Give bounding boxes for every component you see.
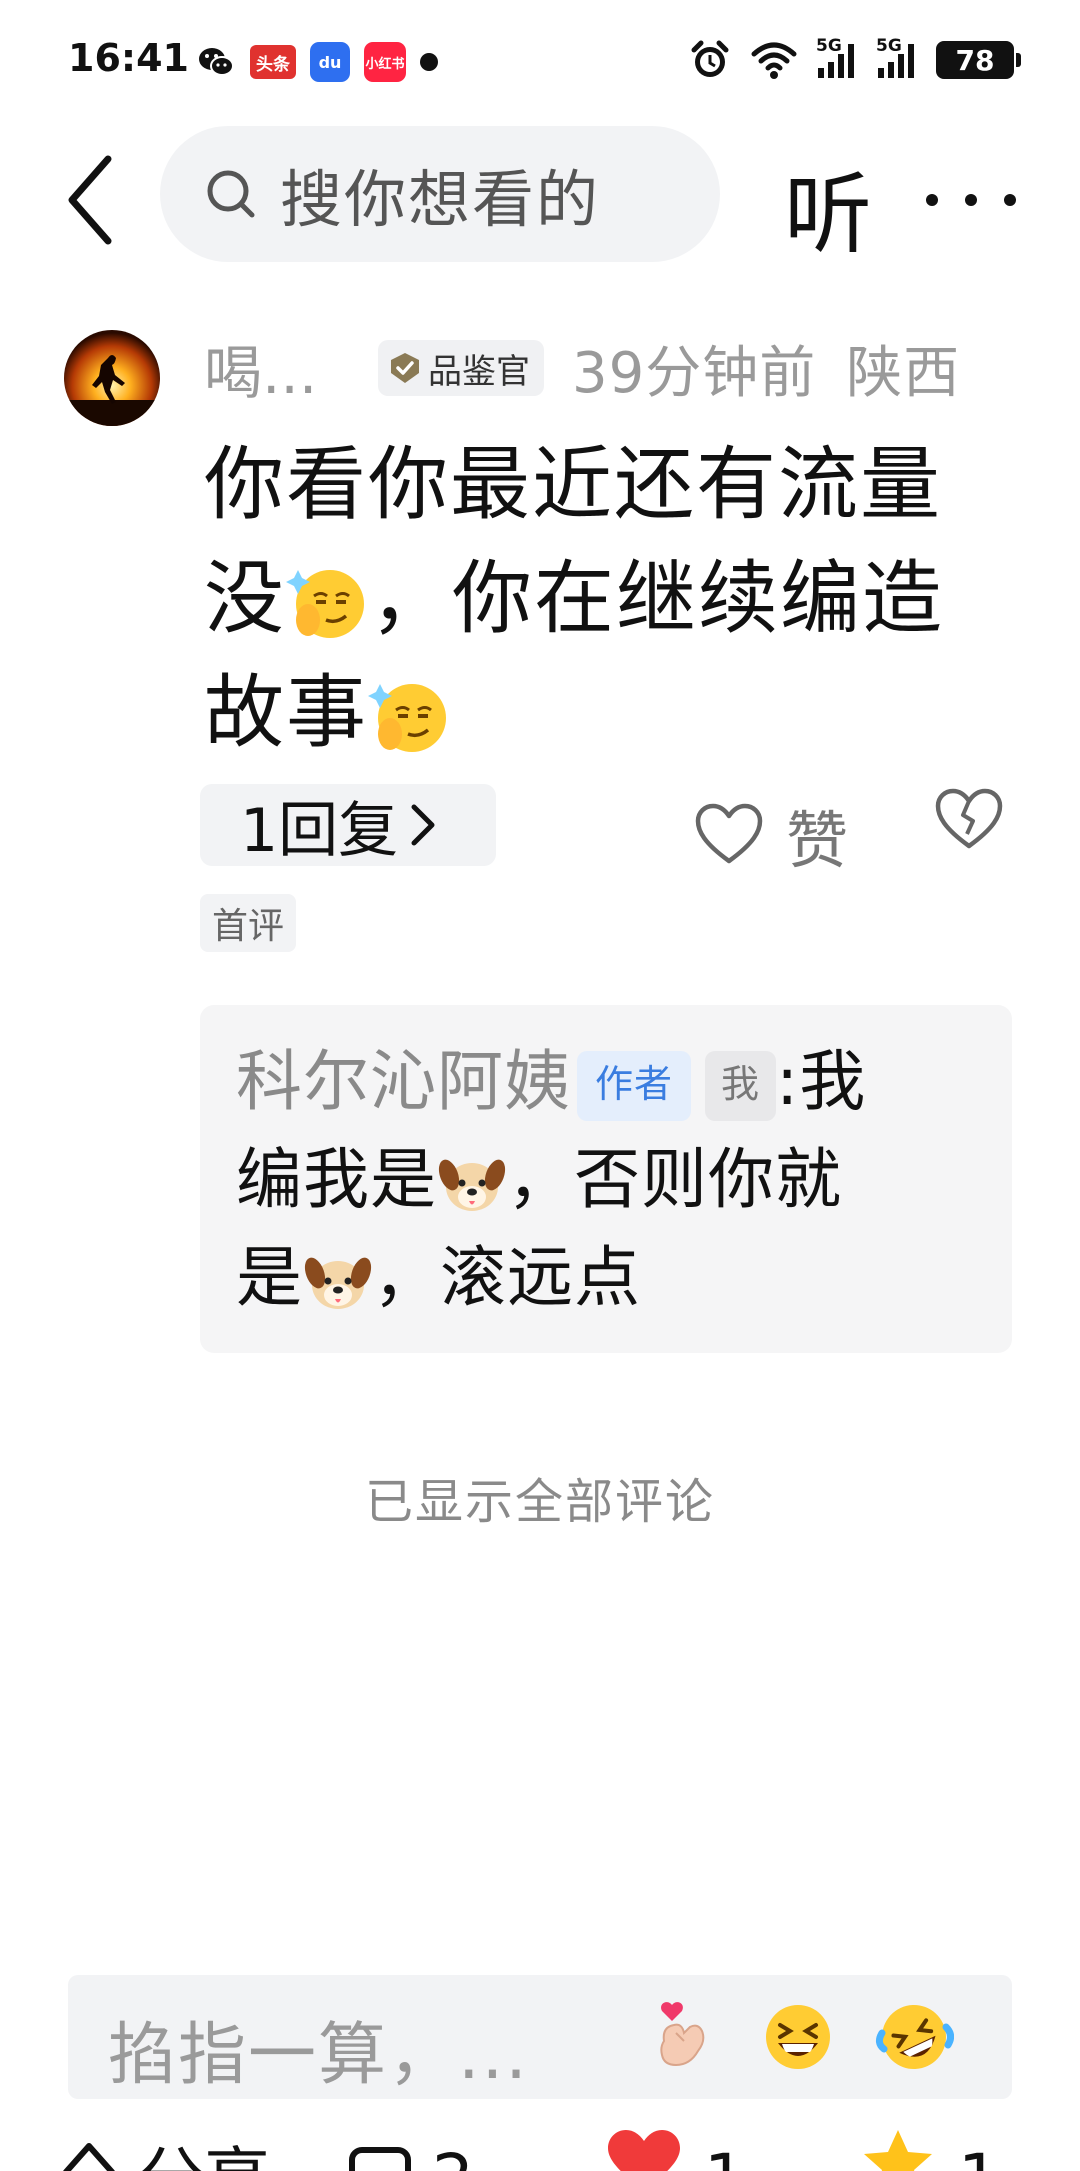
- view-replies-button[interactable]: 1回复: [200, 784, 496, 866]
- reply-text: 科尔沁阿姨 作者我:我 编我是 ，否则你就 是，滚远点: [236, 1033, 976, 1327]
- status-app-icons: 头条 du 小红书: [196, 42, 438, 82]
- comment-count-button[interactable]: 2: [348, 2120, 474, 2171]
- toutiao-app-icon: 头条: [250, 45, 296, 79]
- wifi-icon: [751, 42, 797, 79]
- reply-text-e: ，滚远点: [373, 1239, 641, 1316]
- comment-actions: 1回复 赞: [200, 784, 1020, 877]
- reply-text-c: ，否则你就: [507, 1141, 842, 1218]
- rolling-laughing-icon: [875, 2005, 955, 2069]
- finger-heart-emoji-button[interactable]: [642, 1997, 722, 2077]
- share-label: 分享: [138, 2146, 270, 2171]
- comment-body: 你看你最近还有流量 没 ，你在继续编造 故事: [204, 428, 1024, 770]
- notification-dot-icon: [420, 53, 438, 71]
- comment-input[interactable]: 掐指一算，...: [68, 1975, 1012, 2099]
- smirk-thinking-emoji: [368, 684, 446, 753]
- grinning-emoji-button[interactable]: [758, 1997, 838, 2077]
- comment-time: 39分钟前: [572, 340, 817, 406]
- verified-shield-icon: [391, 353, 419, 383]
- search-input[interactable]: 搜你想看的: [160, 126, 720, 262]
- reply-preview[interactable]: 科尔沁阿姨 作者我:我 编我是 ，否则你就 是，滚远点: [200, 1005, 1012, 1353]
- heart-outline-icon: [695, 803, 763, 864]
- reply-count: 1回复: [240, 795, 399, 866]
- xiaohongshu-app-icon: 小红书: [364, 42, 406, 82]
- reply-author-name: 科尔沁阿姨: [236, 1043, 571, 1120]
- chevron-right-icon: [411, 804, 435, 846]
- baidu-app-icon: du: [310, 42, 350, 82]
- comment-location: 陕西: [846, 340, 961, 406]
- dislike-button[interactable]: [934, 788, 1004, 858]
- like-label: 赞: [786, 804, 849, 877]
- share-icon: [63, 2143, 115, 2171]
- heart-filled-icon: [608, 2130, 680, 2171]
- comment-count: 2: [432, 2146, 474, 2171]
- share-button[interactable]: 分享: [60, 2120, 270, 2171]
- wechat-icon: [196, 42, 236, 82]
- reply-text-d: 是: [236, 1239, 303, 1316]
- listen-button[interactable]: 听: [784, 144, 872, 271]
- favorite-count: 1: [958, 2146, 1000, 2171]
- search-icon: [207, 170, 255, 218]
- broken-heart-icon: [935, 788, 1003, 849]
- comment-input-placeholder: 掐指一算，...: [108, 2016, 529, 2095]
- status-indicators: 5G 5G 78: [688, 36, 1021, 82]
- more-dots-icon[interactable]: [926, 180, 1016, 220]
- first-comment-tag: 首评: [200, 894, 297, 952]
- battery-icon: 78: [936, 41, 1021, 79]
- search-placeholder: 搜你想看的: [280, 163, 601, 236]
- username[interactable]: 喝...: [204, 326, 366, 410]
- top-nav-bar: 搜你想看的 听: [0, 120, 1080, 280]
- favorite-button[interactable]: 1: [858, 2120, 1000, 2171]
- comment-time-location: 39分钟前 陕西: [572, 328, 960, 409]
- author-tag: 作者: [577, 1050, 692, 1121]
- reply-colon: :: [776, 1043, 800, 1120]
- comment-text-line-1: 你看你最近还有流量: [204, 438, 942, 531]
- me-tag: 我: [705, 1050, 777, 1121]
- comment-text-line-3: 故事: [204, 666, 368, 759]
- comment-meta: 喝... 品鉴官 39分钟前 陕西: [204, 328, 1024, 408]
- like-count-button[interactable]: 1: [604, 2120, 746, 2171]
- rolling-laughing-emoji-button[interactable]: [874, 1997, 955, 2077]
- comment-text-line-2a: 没: [204, 552, 286, 645]
- comment-detail-page: 16:41 头条 du 小红书 5G 5G 78 搜你想看的 听 喝... 品鉴…: [0, 0, 1080, 2171]
- smirk-thinking-emoji: [286, 570, 364, 639]
- back-button[interactable]: [54, 150, 124, 250]
- comment-text-line-2b: ，你在继续编造: [370, 552, 944, 645]
- like-count: 1: [704, 2146, 746, 2171]
- chevron-left-icon: [68, 155, 112, 245]
- reply-text-a: 我: [799, 1043, 867, 1120]
- bottom-action-bar: 分享 2 1 1: [0, 2120, 1080, 2171]
- grinning-squint-icon: [766, 2005, 830, 2069]
- star-filled-icon: [864, 2130, 932, 2171]
- signal-5g-icon-2: 5G: [876, 36, 918, 80]
- badge-label: 品鉴官: [428, 351, 530, 392]
- status-time: 16:41: [68, 36, 189, 80]
- dog-face-emoji: [304, 1257, 372, 1309]
- finger-heart-icon: [660, 2002, 705, 2067]
- dog-face-emoji: [438, 1159, 506, 1211]
- signal-5g-icon: 5G: [816, 36, 858, 80]
- all-comments-shown-text: 已显示全部评论: [364, 1474, 715, 1530]
- connoisseur-badge: 品鉴官: [378, 340, 544, 396]
- status-bar: 16:41 头条 du 小红书 5G 5G 78: [0, 0, 1080, 120]
- reply-text-b: 编我是: [236, 1141, 437, 1218]
- alarm-icon: [691, 40, 729, 77]
- comment-bubble-icon: [349, 2147, 411, 2171]
- like-button[interactable]: 赞: [694, 790, 848, 880]
- avatar[interactable]: [64, 330, 160, 426]
